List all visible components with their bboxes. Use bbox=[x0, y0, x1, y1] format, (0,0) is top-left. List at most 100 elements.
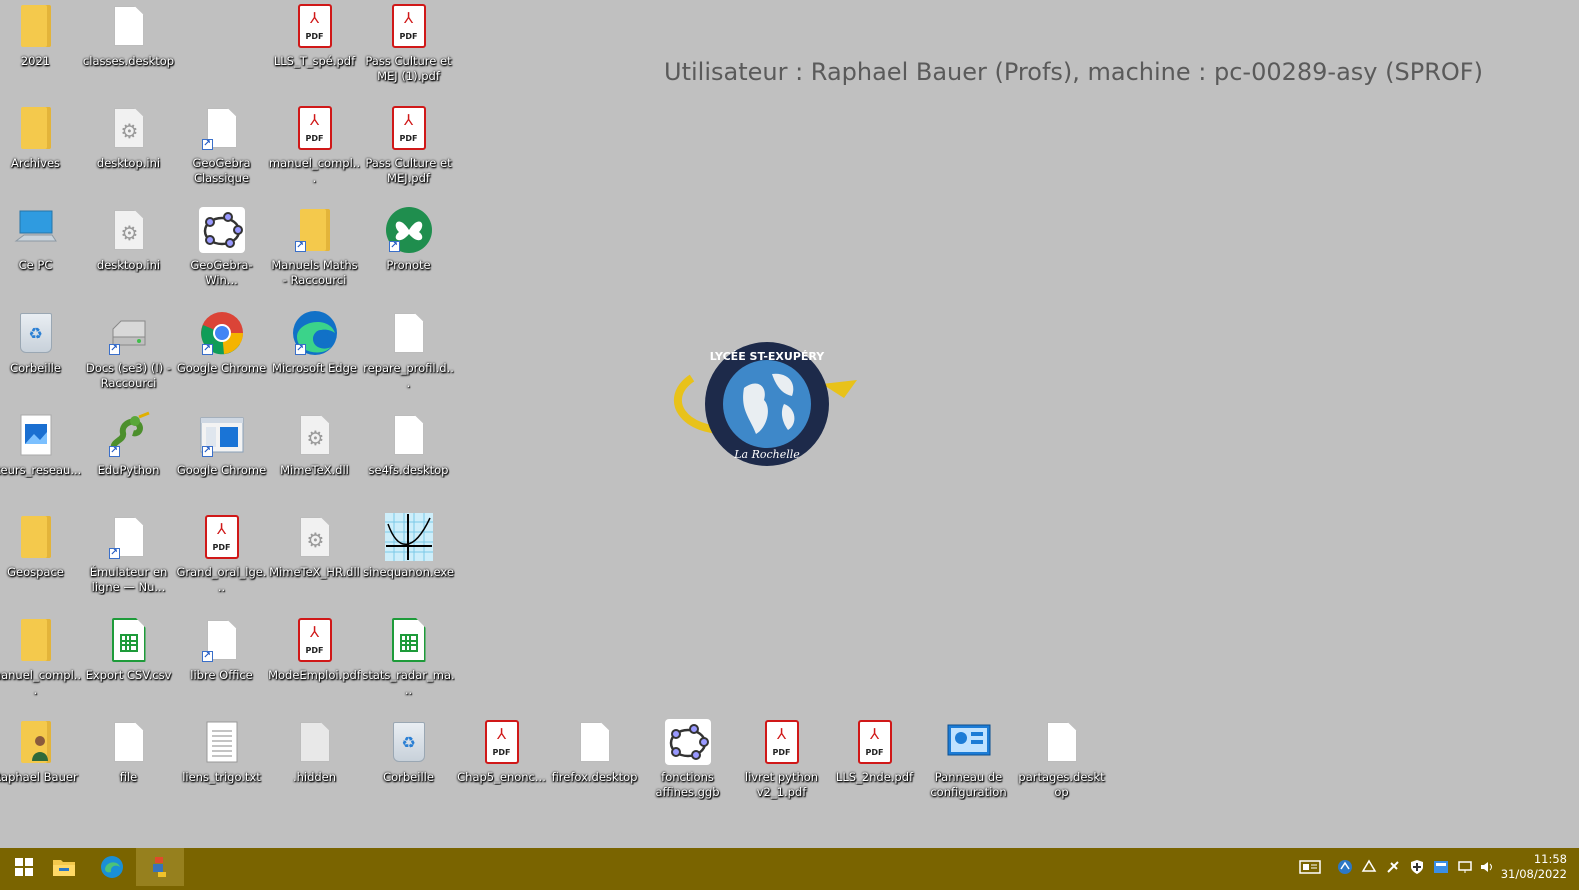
desktop-icon-label: desktop.ini bbox=[96, 258, 161, 272]
windows-icon bbox=[15, 858, 33, 876]
desktop-icon-image: ⚙ bbox=[103, 104, 155, 152]
desktop-icon[interactable]: ↗ libre Office bbox=[175, 614, 268, 714]
desktop-icon[interactable]: ↗ Google Chrome bbox=[175, 409, 268, 509]
desktop-icon-image: ↗ bbox=[103, 513, 155, 561]
news-icon[interactable] bbox=[1299, 859, 1321, 875]
network-icon[interactable] bbox=[1457, 859, 1473, 875]
desktop-icon[interactable]: Raphael Bauer bbox=[0, 716, 82, 816]
user-folder-icon bbox=[20, 721, 51, 763]
desktop-icon[interactable]: manuel_compl... bbox=[0, 614, 82, 714]
desktop-icon[interactable]: ↗ Microsoft Edge bbox=[268, 307, 361, 407]
desktop-icon[interactable]: ↗ Émulateur en ligne — Nu... bbox=[82, 511, 175, 611]
gear-icon: ⚙ bbox=[120, 119, 139, 143]
desktop-icon-label: file bbox=[119, 770, 138, 784]
pdf-icon: ⅄ PDF bbox=[764, 720, 799, 764]
desktop-icon[interactable]: ♻ Corbeille bbox=[362, 716, 455, 816]
file-icon bbox=[393, 313, 424, 353]
folder-icon bbox=[20, 516, 51, 558]
desktop-icon-image: ⅄ PDF bbox=[289, 616, 341, 664]
drive-tray-icon[interactable] bbox=[1361, 859, 1377, 875]
desktop-icon[interactable]: ⅄ PDF LLS_2nde.pdf bbox=[828, 716, 921, 816]
desktop-icon-image: ⅄ PDF bbox=[289, 2, 341, 50]
desktop-icon[interactable]: cteurs_reseau... bbox=[0, 409, 82, 509]
desktop-icon[interactable]: partages.desktop bbox=[1015, 716, 1108, 816]
image-file-icon bbox=[20, 414, 51, 456]
desktop-icon-image: ↗ bbox=[196, 104, 248, 152]
desktop-icon[interactable]: ⅄ PDF Pass Culture et MEJ.pdf bbox=[362, 102, 455, 202]
desktop-icon-image: ↗ bbox=[289, 206, 341, 254]
desktop-icon[interactable]: 2021 bbox=[0, 0, 82, 100]
desktop-icon[interactable]: sinequanon.exe bbox=[362, 511, 455, 611]
desktop-icon[interactable]: ↗ Google Chrome bbox=[175, 307, 268, 407]
active-app-button[interactable] bbox=[136, 848, 184, 886]
desktop-icon[interactable]: ⅄ PDF manuel_compl... bbox=[268, 102, 361, 202]
desktop-icon[interactable]: Export CSV.csv bbox=[82, 614, 175, 714]
python-app-icon bbox=[153, 857, 166, 877]
desktop-icon[interactable]: ↗ EduPython bbox=[82, 409, 175, 509]
satellite-tray-icon[interactable] bbox=[1385, 859, 1401, 875]
desktop-icon-label: Panneau de configuration bbox=[930, 770, 1007, 799]
desktop-icon[interactable]: ⅄ PDF Grand_oral_lge... bbox=[175, 511, 268, 611]
desktop-icon[interactable]: ⚙ MimeTeX_HR.dll bbox=[268, 511, 361, 611]
edge-taskbar-button[interactable] bbox=[88, 848, 136, 886]
desktop-icon[interactable]: .hidden bbox=[268, 716, 361, 816]
security-shield-icon[interactable] bbox=[1409, 859, 1425, 875]
desktop-icon-label: Microsoft Edge bbox=[272, 361, 357, 375]
desktop-icon-label: Ce PC bbox=[18, 258, 53, 272]
desktop-icon-label: Pass Culture et MEJ (1).pdf bbox=[365, 54, 452, 83]
desktop-icon[interactable]: ⅄ PDF livret python v2_1.pdf bbox=[735, 716, 828, 816]
volume-icon[interactable] bbox=[1479, 859, 1495, 875]
shortcut-arrow-icon: ↗ bbox=[294, 241, 306, 252]
network-share-icon[interactable] bbox=[1433, 859, 1449, 875]
recycle-bin-icon: ♻ bbox=[392, 722, 425, 762]
desktop-icon[interactable]: classes.desktop bbox=[82, 0, 175, 100]
desktop-icon-image bbox=[10, 104, 62, 152]
desktop-icon[interactable]: GeoGebra-Win... bbox=[175, 204, 268, 304]
desktop-icon[interactable]: ⚙ desktop.ini bbox=[82, 204, 175, 304]
desktop-icon-label: Geospace bbox=[7, 565, 64, 579]
desktop-icon[interactable]: ↗ Docs (se3) (I) - Raccourci bbox=[82, 307, 175, 407]
desktop-icon-image bbox=[1036, 718, 1088, 766]
desktop-icon[interactable]: ⅄ PDF Pass Culture et MEJ (1).pdf bbox=[362, 0, 455, 100]
desktop-icon-image bbox=[103, 616, 155, 664]
desktop-icon-image bbox=[196, 206, 248, 254]
settings-file-icon: ⚙ bbox=[113, 210, 144, 250]
desktop-icon-image: ⚙ bbox=[289, 411, 341, 459]
desktop-icon[interactable]: ⅄ PDF ModeEmploi.pdf bbox=[268, 614, 361, 714]
graph-plotter-icon bbox=[384, 513, 433, 561]
desktop-icon[interactable]: firefox.desktop bbox=[548, 716, 641, 816]
desktop-icon[interactable]: stats_radar_ma... bbox=[362, 614, 455, 714]
desktop-icon[interactable]: liens_trigo.txt bbox=[175, 716, 268, 816]
desktop-icon[interactable]: ↗ Manuels Maths - Raccourci bbox=[268, 204, 361, 304]
desktop-icon[interactable]: se4fs.desktop bbox=[362, 409, 455, 509]
desktop-icon[interactable]: file bbox=[82, 716, 175, 816]
file-explorer-button[interactable] bbox=[40, 848, 88, 886]
desktop-icon[interactable]: Archives bbox=[0, 102, 82, 202]
desktop-icon[interactable]: ♻ Corbeille bbox=[0, 307, 82, 407]
desktop-icon-label: Pass Culture et MEJ.pdf bbox=[365, 156, 452, 185]
edupython-tray-icon[interactable] bbox=[1337, 859, 1353, 875]
desktop-icon[interactable]: Geospace bbox=[0, 511, 82, 611]
desktop-icon-image bbox=[10, 2, 62, 50]
desktop-icon[interactable]: ⚙ MimeTeX.dll bbox=[268, 409, 361, 509]
file-icon bbox=[113, 6, 144, 46]
clock[interactable]: 11:58 31/08/2022 bbox=[1501, 852, 1567, 882]
desktop-icon[interactable]: repare_profil.d... bbox=[362, 307, 455, 407]
desktop-icon-image bbox=[943, 718, 995, 766]
pdf-icon: ⅄ PDF bbox=[391, 106, 426, 150]
geogebra-icon bbox=[198, 207, 245, 253]
desktop-icon[interactable]: Panneau de configuration bbox=[922, 716, 1015, 816]
desktop-icon[interactable]: ⅄ PDF Chap5_enonc... bbox=[455, 716, 548, 816]
desktop-icon-image bbox=[196, 718, 248, 766]
spreadsheet-icon bbox=[111, 618, 146, 662]
desktop-icon[interactable]: Ce PC bbox=[0, 204, 82, 304]
file-icon bbox=[113, 722, 144, 762]
desktop-icon[interactable]: ↗ Pronote bbox=[362, 204, 455, 304]
desktop-icon-label: Archives bbox=[10, 156, 61, 170]
desktop-icon[interactable]: fonctions affines.ggb bbox=[641, 716, 734, 816]
desktop-icon[interactable]: ↗ GeoGebra Classique bbox=[175, 102, 268, 202]
desktop-icon[interactable]: ⚙ desktop.ini bbox=[82, 102, 175, 202]
settings-file-icon: ⚙ bbox=[299, 517, 330, 557]
desktop-icon[interactable]: ⅄ PDF LLS_T_spé.pdf bbox=[268, 0, 361, 100]
folder-icon bbox=[53, 860, 75, 876]
